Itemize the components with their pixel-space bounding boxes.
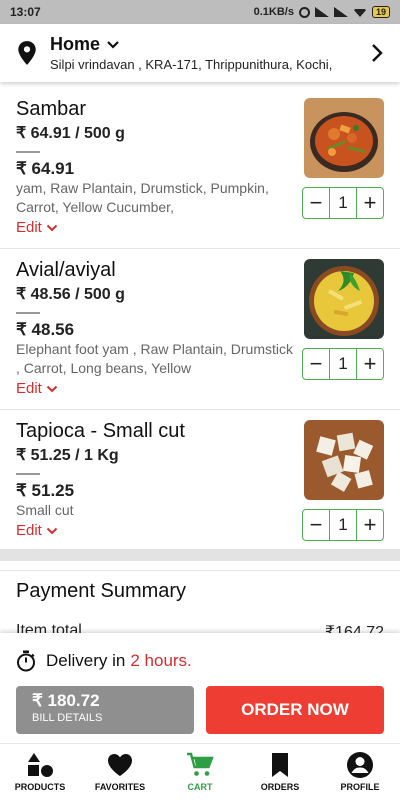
quantity-stepper[interactable]: − 1 + bbox=[302, 509, 384, 541]
location-pin-icon bbox=[18, 41, 36, 65]
status-icons: 0.1KB/s 19 bbox=[254, 6, 390, 18]
bookmark-icon bbox=[272, 753, 288, 777]
delivery-time: 2 hours. bbox=[130, 651, 192, 670]
cart-item: Sambar ₹ 64.91 / 500 g ₹ 64.91 yam, Raw … bbox=[0, 88, 400, 249]
nav-orders[interactable]: ORDERS bbox=[240, 744, 320, 800]
bill-amount: ₹ 180.72 bbox=[32, 691, 100, 710]
delivery-address-bar[interactable]: Home Silpi vrindavan , KRA-171, Thrippun… bbox=[0, 24, 400, 82]
nav-cart[interactable]: CART bbox=[160, 744, 240, 800]
edit-label: Edit bbox=[16, 522, 42, 539]
nav-label: PRODUCTS bbox=[14, 782, 66, 792]
profile-icon bbox=[347, 752, 373, 778]
signal-icon bbox=[314, 7, 329, 17]
quantity-stepper[interactable]: − 1 + bbox=[302, 348, 384, 380]
nav-label: ORDERS bbox=[260, 782, 300, 792]
chevron-right-icon[interactable] bbox=[368, 42, 386, 64]
nav-label: PROFILE bbox=[340, 782, 380, 792]
avial-image bbox=[304, 259, 384, 339]
quantity-stepper[interactable]: − 1 + bbox=[302, 187, 384, 219]
edit-label: Edit bbox=[16, 380, 42, 397]
nav-profile[interactable]: PROFILE bbox=[320, 744, 400, 800]
cart-list: Sambar ₹ 64.91 / 500 g ₹ 64.91 yam, Raw … bbox=[0, 88, 400, 571]
chevron-down-icon bbox=[107, 40, 119, 49]
divider bbox=[16, 312, 40, 314]
item-description: Elephant foot yam , Raw Plantain, Drumst… bbox=[16, 341, 294, 376]
cart-item: Tapioca - Small cut ₹ 51.25 / 1 Kg ₹ 51.… bbox=[0, 410, 400, 571]
address-title: Home bbox=[50, 34, 360, 55]
increase-button[interactable]: + bbox=[357, 510, 383, 540]
item-description: yam, Raw Plantain, Drumstick, Pumpkin, C… bbox=[16, 180, 269, 215]
quantity-value: 1 bbox=[329, 349, 357, 379]
bottom-nav: PRODUCTS FAVORITES CART ORDERS PROFILE bbox=[0, 743, 400, 800]
nav-favorites[interactable]: FAVORITES bbox=[80, 744, 160, 800]
decrease-button[interactable]: − bbox=[303, 510, 329, 540]
cart-item: Avial/aviyal ₹ 48.56 / 500 g ₹ 48.56 Ele… bbox=[0, 249, 400, 410]
address-label: Home bbox=[50, 34, 101, 54]
quantity-value: 1 bbox=[329, 510, 357, 540]
increase-button[interactable]: + bbox=[357, 188, 383, 218]
edit-label: Edit bbox=[16, 219, 42, 236]
chevron-down-icon bbox=[46, 385, 58, 392]
quantity-value: 1 bbox=[329, 188, 357, 218]
net-speed: 0.1KB/s bbox=[253, 6, 294, 18]
address-line: Silpi vrindavan , KRA-171, Thrippunithur… bbox=[50, 57, 333, 72]
payment-summary-title: Payment Summary bbox=[16, 580, 187, 602]
bill-details-label: BILL DETAILS bbox=[32, 712, 103, 724]
divider bbox=[16, 151, 40, 153]
nav-products[interactable]: PRODUCTS bbox=[0, 744, 80, 800]
increase-button[interactable]: + bbox=[357, 349, 383, 379]
products-icon bbox=[28, 753, 53, 777]
status-bar: 13:07 0.1KB/s 19 bbox=[0, 0, 400, 24]
battery-icon: 19 bbox=[371, 6, 390, 18]
delivery-prefix: Delivery in bbox=[46, 651, 126, 670]
edit-button[interactable]: Edit bbox=[16, 219, 58, 236]
decrease-button[interactable]: − bbox=[303, 188, 329, 218]
checkout-panel: Delivery in 2 hours. ₹ 180.72 BILL DETAI… bbox=[0, 633, 400, 743]
address-text: Home Silpi vrindavan , KRA-171, Thrippun… bbox=[50, 34, 360, 72]
item-description: Small cut bbox=[16, 502, 74, 518]
edit-button[interactable]: Edit bbox=[16, 380, 58, 397]
chevron-down-icon bbox=[46, 527, 58, 534]
status-time: 13:07 bbox=[10, 5, 41, 19]
nav-label: CART bbox=[187, 782, 213, 792]
decrease-button[interactable]: − bbox=[303, 349, 329, 379]
signal-icon-2 bbox=[333, 7, 348, 17]
chevron-down-icon bbox=[46, 224, 58, 231]
divider bbox=[16, 473, 40, 475]
wifi-icon bbox=[352, 9, 367, 17]
sambar-image bbox=[304, 98, 384, 178]
heart-icon bbox=[108, 754, 132, 776]
bill-details-button[interactable]: ₹ 180.72 BILL DETAILS bbox=[16, 686, 194, 734]
delivery-info: Delivery in 2 hours. bbox=[16, 650, 192, 672]
section-separator bbox=[0, 549, 400, 561]
alarm-icon bbox=[298, 6, 310, 18]
nav-label: FAVORITES bbox=[94, 782, 146, 792]
stopwatch-icon bbox=[17, 650, 35, 672]
tapioca-image bbox=[304, 420, 384, 500]
order-now-button[interactable]: ORDER NOW bbox=[206, 686, 384, 734]
cart-icon bbox=[187, 752, 214, 776]
edit-button[interactable]: Edit bbox=[16, 522, 58, 539]
